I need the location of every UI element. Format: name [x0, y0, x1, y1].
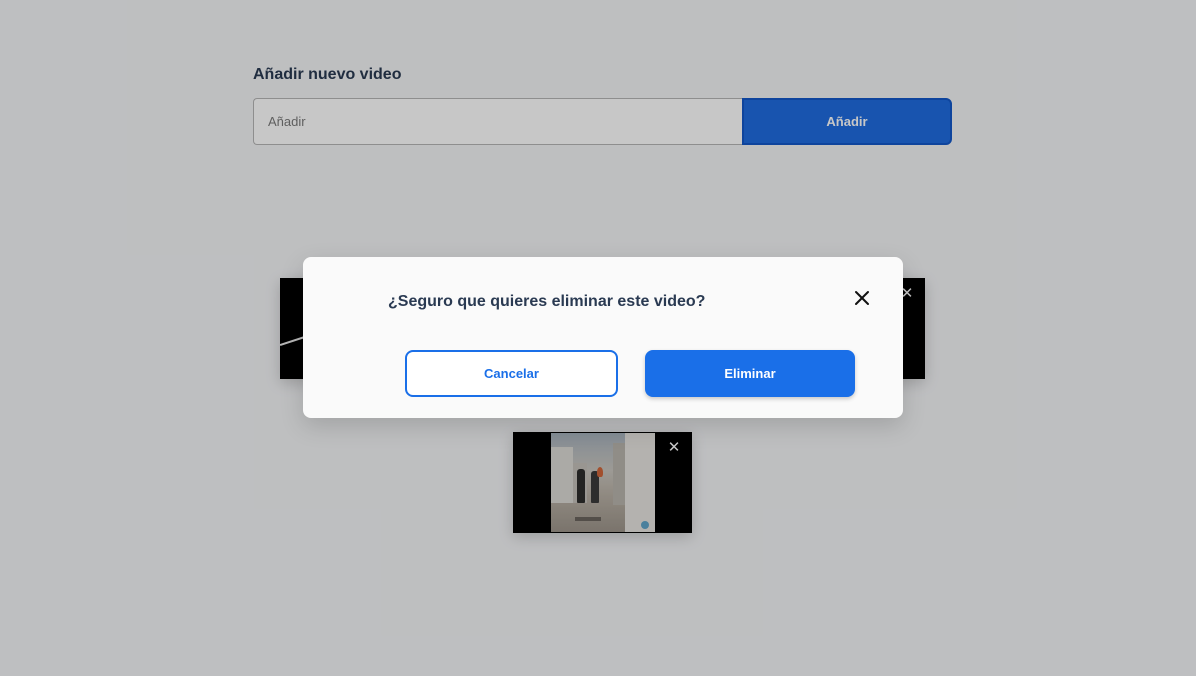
- dialog-title: ¿Seguro que quieres eliminar este video?: [388, 293, 706, 310]
- close-icon[interactable]: [849, 285, 875, 311]
- delete-confirm-dialog: ¿Seguro que quieres eliminar este video?…: [303, 257, 903, 418]
- cancel-button[interactable]: Cancelar: [405, 350, 618, 397]
- delete-button[interactable]: Eliminar: [645, 350, 855, 397]
